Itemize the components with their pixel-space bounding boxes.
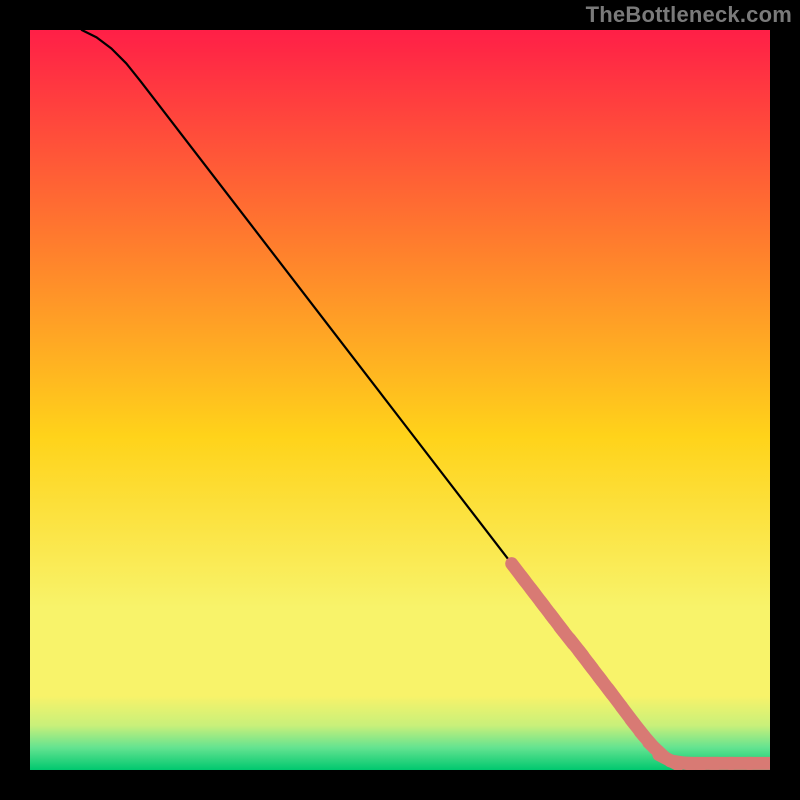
plot-area [30,30,770,770]
chart-svg [30,30,770,770]
chart-frame: TheBottleneck.com [0,0,800,800]
gradient-background [30,30,770,770]
watermark-text: TheBottleneck.com [586,2,792,28]
